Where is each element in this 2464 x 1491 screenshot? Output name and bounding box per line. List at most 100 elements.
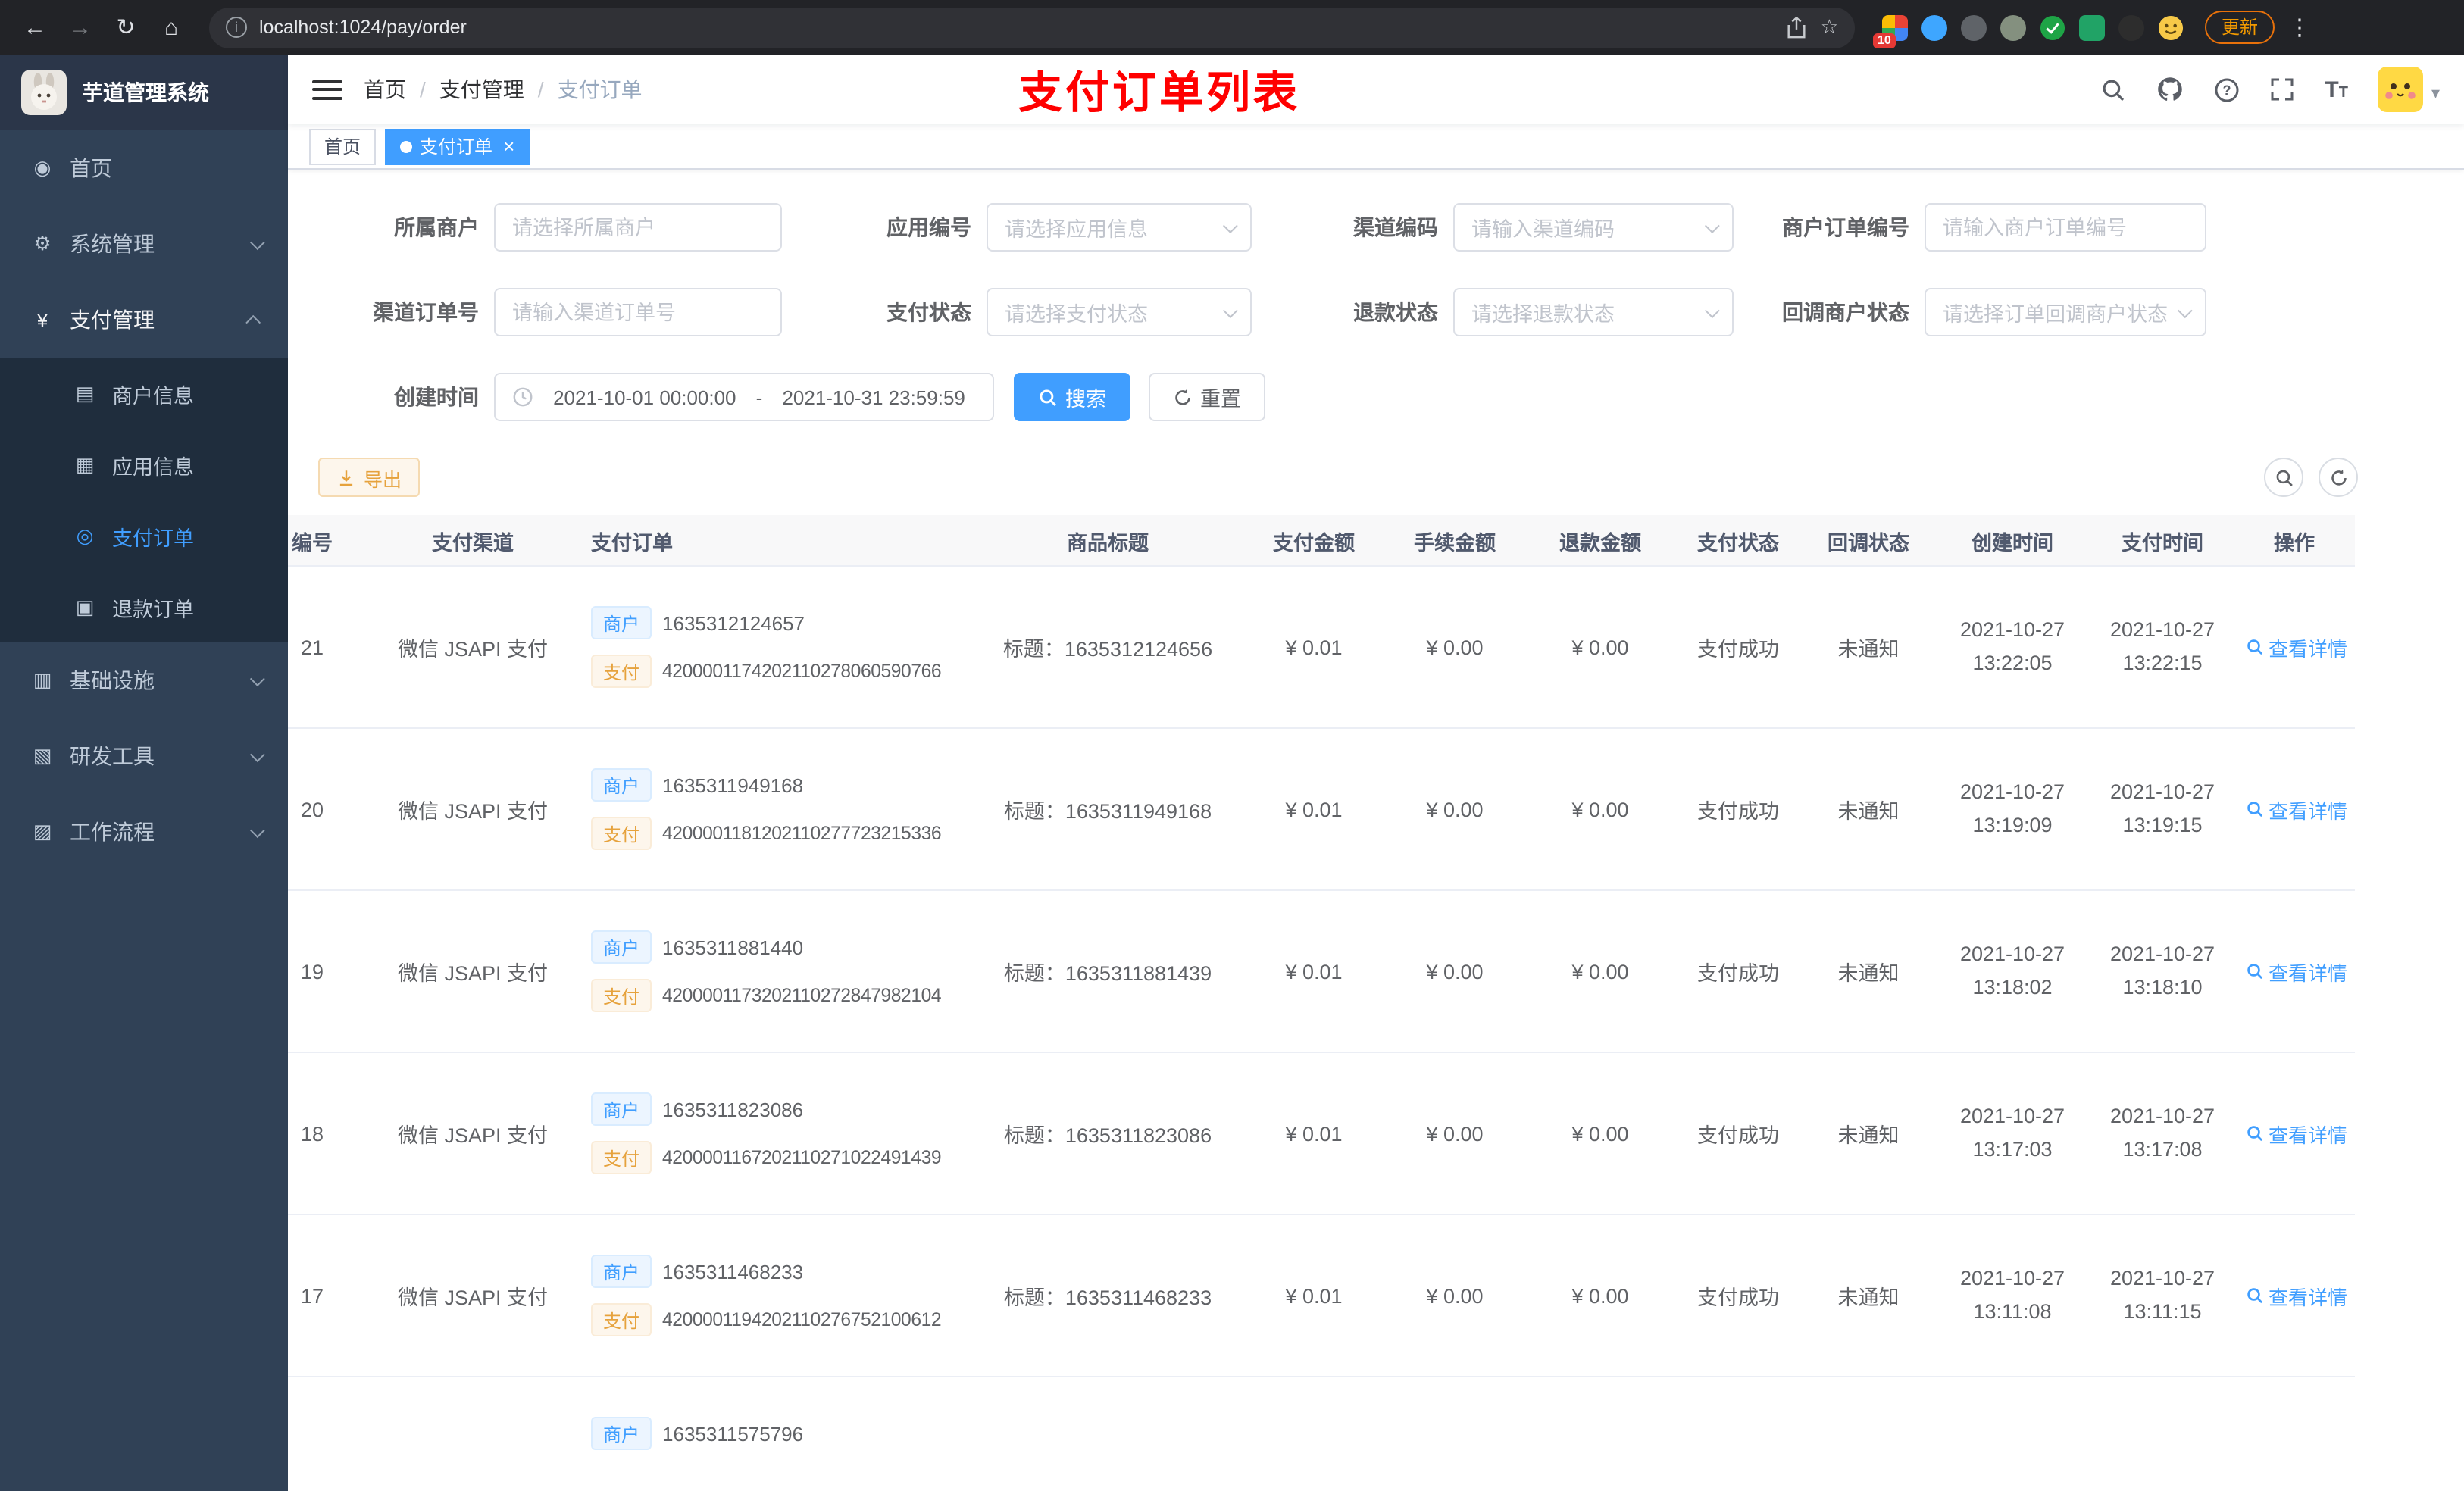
search-icon (2247, 639, 2263, 655)
close-icon[interactable]: × (503, 136, 514, 156)
chevron-down-icon (1222, 217, 1238, 233)
emoji-extension-icon[interactable] (2158, 14, 2184, 40)
bookmark-star-icon[interactable]: ☆ (1821, 15, 1838, 39)
cell-pay-time: 2021-10-27 13:11:15 (2109, 1266, 2215, 1323)
reset-button[interactable]: 重置 (1149, 373, 1265, 421)
app-header: 首页 / 支付管理 / 支付订单 支付订单列表 ? TT ▾ (288, 55, 2464, 124)
search-icon (2247, 1126, 2263, 1142)
user-menu[interactable]: ▾ (2378, 67, 2440, 112)
chevron-down-icon (2177, 302, 2193, 318)
font-size-icon[interactable]: TT (2325, 77, 2348, 102)
cell-status: 支付成功 (1697, 800, 1779, 823)
create-time-range-picker[interactable]: 2021-10-01 00:00:00 - 2021-10-31 23:59:5… (494, 373, 994, 421)
sidebar-subitem-app-info[interactable]: ▦ 应用信息 (0, 429, 288, 500)
toggle-search-button[interactable] (2264, 458, 2303, 497)
notify-status-label: 回调商户状态 (1782, 300, 1909, 324)
sidebar-item-payment[interactable]: ¥ 支付管理 (0, 282, 288, 358)
cell-status: 支付成功 (1697, 638, 1779, 661)
app-logo[interactable]: 芋道管理系统 (0, 55, 288, 130)
sidebar-subitem-refund-order[interactable]: ▣ 退款订单 (0, 571, 288, 642)
search-icon (1040, 389, 1056, 405)
help-icon[interactable]: ? (2214, 77, 2240, 102)
app-title: 芋道管理系统 (82, 80, 209, 105)
pay-order-no: 4200001181202110277723215336 (662, 823, 942, 844)
browser-menu-icon[interactable]: ⋮ (2281, 14, 2319, 41)
breadcrumb-home[interactable]: 首页 (364, 74, 406, 105)
channel-order-no-input[interactable] (494, 288, 782, 336)
cell-id: 17 (300, 1284, 324, 1307)
tab-label: 首页 (324, 136, 361, 158)
sidebar-item-label: 应用信息 (112, 455, 194, 478)
search-icon[interactable] (2100, 77, 2126, 102)
refund-status-select[interactable]: 请选择退款状态 (1453, 288, 1734, 336)
merchant-order-no: 1635311575796 (662, 1422, 804, 1445)
extension-pin-icon[interactable] (2118, 14, 2144, 40)
sidebar-item-devtools[interactable]: ▧ 研发工具 (0, 718, 288, 794)
cell-fee: ¥ 0.00 (1426, 960, 1484, 983)
app-select[interactable]: 请选择应用信息 (987, 203, 1252, 252)
extension-icon[interactable] (1921, 14, 1947, 40)
breadcrumb-payment[interactable]: 支付管理 (439, 74, 524, 105)
extension-badge: 10 (1873, 33, 1896, 48)
sidebar-subitem-merchant-info[interactable]: ▤ 商户信息 (0, 358, 288, 429)
chevron-down-icon (1704, 217, 1720, 233)
sidebar-toggle-icon[interactable] (312, 77, 342, 102)
breadcrumb-separator: / (537, 77, 544, 102)
cell-fee: ¥ 0.00 (1426, 1284, 1484, 1307)
view-detail-link[interactable]: 查看详情 (2246, 795, 2347, 824)
cell-pay-order: 商户 1635311881440 支付 42000011732021102728… (579, 930, 970, 1012)
cell-create-time: 2021-10-27 13:11:08 (1959, 1266, 2065, 1323)
extension-icon[interactable] (1961, 14, 1987, 40)
cell-pay-order: 商户 1635311575796 支付 (579, 1417, 970, 1491)
url-text[interactable]: localhost:1024/pay/order (259, 17, 1774, 38)
sidebar-subitem-pay-order[interactable]: ◎ 支付订单 (0, 500, 288, 571)
table-row: 20 微信 JSAPI 支付 商户 1635311949168 支付 42000… (288, 729, 2355, 891)
merchant-order-no-input[interactable] (1925, 203, 2206, 252)
tab-pay-order[interactable]: 支付订单 × (385, 128, 530, 164)
browser-back-icon[interactable]: ← (15, 8, 55, 47)
cell-notify: 未通知 (1837, 638, 1900, 661)
extension-icon[interactable] (2000, 14, 2026, 40)
merchant-input[interactable] (494, 203, 782, 252)
extension-icon[interactable] (2079, 14, 2105, 40)
page-info-icon[interactable]: i (226, 17, 247, 38)
date-range-start[interactable]: 2021-10-01 00:00:00 (543, 386, 747, 408)
sidebar-item-system[interactable]: ⚙ 系统管理 (0, 206, 288, 282)
view-detail-link[interactable]: 查看详情 (2246, 1281, 2347, 1310)
extension-icon[interactable] (2040, 14, 2065, 40)
address-bar[interactable]: i localhost:1024/pay/order ☆ (209, 7, 1855, 48)
search-button[interactable]: 搜索 (1014, 373, 1130, 421)
pay-badge: 支付 (591, 1303, 652, 1336)
browser-home-icon[interactable]: ⌂ (152, 8, 191, 47)
share-icon[interactable] (1786, 16, 1809, 39)
view-detail-link[interactable]: 查看详情 (2246, 957, 2347, 986)
extension-icon[interactable]: 10 (1873, 14, 1908, 48)
orders-table: 编号 支付渠道 支付订单 商品标题 支付金额 手续金额 退款金额 支付状态 回调… (288, 515, 2434, 1491)
yen-icon: ¥ (36, 308, 48, 331)
notify-status-select[interactable]: 请选择订单回调商户状态 (1925, 288, 2206, 336)
cell-pay-order: 商户 1635311949168 支付 42000011812021102777… (579, 768, 970, 850)
chevron-up-icon (245, 314, 261, 330)
sidebar-item-workflow[interactable]: ▨ 工作流程 (0, 794, 288, 870)
date-range-end[interactable]: 2021-10-31 23:59:59 (771, 386, 976, 408)
browser-forward-icon[interactable]: → (61, 8, 100, 47)
export-button[interactable]: 导出 (318, 458, 421, 497)
cell-title: 标题：1635311949168 (1003, 800, 1212, 823)
search-icon (2247, 1288, 2263, 1304)
workflow-icon: ▨ (33, 820, 52, 842)
github-icon[interactable] (2156, 76, 2184, 103)
cell-amount: ¥ 0.01 (1285, 1284, 1343, 1307)
cell-pay-time: 2021-10-27 13:19:15 (2109, 780, 2215, 836)
search-icon (2275, 469, 2292, 486)
browser-update-button[interactable]: 更新 (2205, 11, 2275, 44)
channel-code-select[interactable]: 请输入渠道编码 (1453, 203, 1734, 252)
refresh-table-button[interactable] (2319, 458, 2358, 497)
pay-status-select[interactable]: 请选择支付状态 (987, 288, 1252, 336)
sidebar-item-infra[interactable]: ▥ 基础设施 (0, 642, 288, 718)
sidebar-item-home[interactable]: ◉ 首页 (0, 130, 288, 206)
view-detail-link[interactable]: 查看详情 (2246, 1119, 2347, 1148)
tab-home[interactable]: 首页 (309, 128, 377, 164)
fullscreen-icon[interactable] (2270, 77, 2294, 102)
view-detail-link[interactable]: 查看详情 (2246, 633, 2347, 661)
browser-reload-icon[interactable]: ↻ (106, 8, 145, 47)
